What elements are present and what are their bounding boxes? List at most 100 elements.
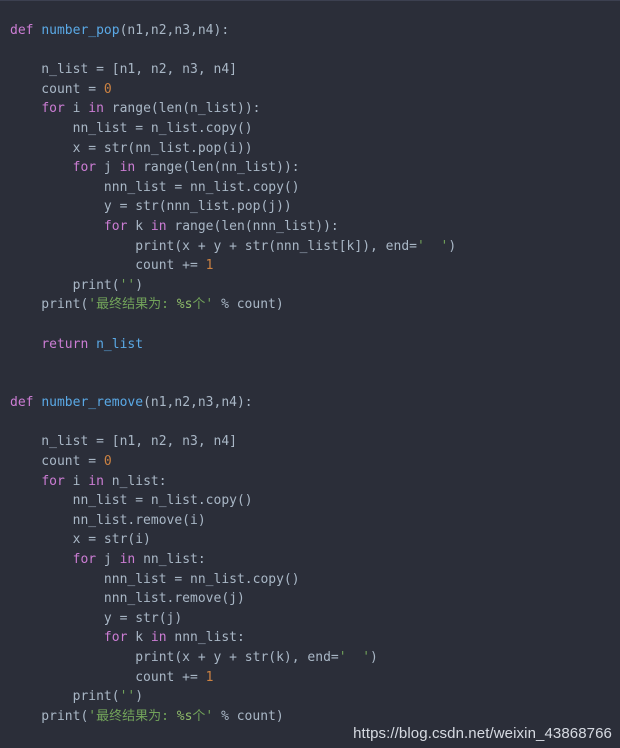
code-token: y = str(j) bbox=[10, 610, 183, 626]
code-line: count = 0 bbox=[0, 452, 620, 472]
code-line: ​ bbox=[0, 354, 620, 374]
code-token: x = str(i) bbox=[10, 532, 151, 548]
code-line: print('') bbox=[0, 276, 620, 296]
code-token: nnn_list = nn_list.copy() bbox=[10, 179, 300, 195]
code-token: (n1,n2,n3,n4): bbox=[143, 395, 253, 411]
code-line: def number_remove(n1,n2,n3,n4): bbox=[0, 393, 620, 413]
code-line: ​ bbox=[0, 374, 620, 394]
code-token: for bbox=[41, 101, 65, 117]
code-token: 1 bbox=[205, 669, 214, 685]
code-token: return bbox=[41, 336, 89, 352]
code-token: n_list = [n1, n2, n3, n4] bbox=[10, 434, 237, 450]
code-token: ) bbox=[370, 650, 378, 665]
code-token: range(len(nnn_list)): bbox=[166, 218, 339, 234]
code-token: %s bbox=[176, 708, 193, 724]
code-token: for bbox=[72, 160, 97, 176]
code-token: j bbox=[96, 552, 120, 568]
code-token: '最终结果为: bbox=[88, 297, 177, 313]
code-token: ) bbox=[135, 277, 144, 293]
code-line: return n_list bbox=[0, 335, 620, 355]
code-line: count += 1 bbox=[0, 256, 620, 276]
code-token: print( bbox=[10, 708, 89, 724]
code-token: x = str(nn_list.pop(i)) bbox=[10, 140, 253, 156]
code-token: range(len(n_list)): bbox=[103, 101, 261, 117]
code-token: number_pop bbox=[41, 23, 120, 38]
code-editor-content[interactable]: def number_pop(n1,n2,n3,n4):​ n_list = [… bbox=[0, 21, 620, 726]
code-line: for k in range(len(nnn_list)): bbox=[0, 217, 620, 237]
code-line: nn_list = n_list.copy() bbox=[0, 119, 620, 139]
code-token: %s bbox=[176, 297, 193, 313]
code-token: 1 bbox=[205, 258, 214, 274]
code-token: nnn_list.remove(j) bbox=[10, 591, 245, 607]
code-token: count += bbox=[10, 258, 206, 274]
code-token: in bbox=[150, 630, 167, 646]
code-line: print(x + y + str(k), end=' ') bbox=[0, 648, 620, 668]
code-token: count = bbox=[10, 81, 104, 97]
code-token: 个' bbox=[192, 297, 214, 313]
code-line: count = 0 bbox=[0, 80, 620, 100]
code-line: nnn_list = nn_list.copy() bbox=[0, 178, 620, 198]
code-token: print(x + y + str(nnn_list[k]), end= bbox=[10, 238, 417, 254]
code-token: def bbox=[10, 395, 42, 411]
code-token: n_list = [n1, n2, n3, n4] bbox=[10, 62, 237, 78]
code-token: % count) bbox=[213, 297, 284, 313]
code-token: nn_list = n_list.copy() bbox=[10, 120, 253, 136]
code-line: nnn_list = nn_list.copy() bbox=[0, 570, 620, 590]
code-line: count += 1 bbox=[0, 668, 620, 688]
code-token: range(len(nn_list)): bbox=[135, 160, 300, 176]
code-token: in bbox=[119, 552, 136, 568]
code-token: for bbox=[72, 552, 97, 568]
code-line: for i in n_list: bbox=[0, 472, 620, 492]
code-token: in bbox=[88, 473, 104, 489]
code-line: n_list = [n1, n2, n3, n4] bbox=[0, 60, 620, 80]
code-line: def number_pop(n1,n2,n3,n4): bbox=[0, 21, 620, 41]
code-token: n_list bbox=[88, 336, 144, 352]
code-line: ​ bbox=[0, 413, 620, 433]
code-line: ​ bbox=[0, 315, 620, 335]
code-line: y = str(j) bbox=[0, 609, 620, 629]
code-token: print( bbox=[10, 297, 89, 313]
code-token: print( bbox=[10, 277, 120, 293]
code-line: x = str(i) bbox=[0, 530, 620, 550]
code-token: in bbox=[88, 101, 104, 117]
code-line: n_list = [n1, n2, n3, n4] bbox=[0, 432, 620, 452]
code-token: ' ' bbox=[417, 238, 449, 254]
code-line: print('') bbox=[0, 687, 620, 707]
code-token: number_remove bbox=[41, 395, 144, 411]
code-token: k bbox=[127, 218, 151, 234]
code-token: ' ' bbox=[338, 650, 371, 665]
code-line: for j in range(len(nn_list)): bbox=[0, 158, 620, 178]
code-token: for bbox=[103, 218, 128, 234]
code-token: print(x + y + str(k), end= bbox=[10, 650, 339, 665]
code-line: nnn_list.remove(j) bbox=[0, 589, 620, 609]
code-token: nnn_list = nn_list.copy() bbox=[10, 571, 300, 587]
code-token: % count) bbox=[213, 708, 284, 724]
code-token: print( bbox=[10, 689, 120, 705]
code-line: ​ bbox=[0, 41, 620, 61]
code-token: nn_list: bbox=[135, 552, 206, 568]
watermark-url: https://blog.csdn.net/weixin_43868766 bbox=[353, 725, 612, 742]
code-line: x = str(nn_list.pop(i)) bbox=[0, 139, 620, 159]
code-token: in bbox=[150, 218, 167, 234]
code-token: for bbox=[103, 630, 128, 646]
code-token: 0 bbox=[103, 454, 112, 470]
code-line: print('最终结果为: %s个' % count) bbox=[0, 295, 620, 315]
code-line: nn_list.remove(i) bbox=[0, 511, 620, 531]
code-token: nn_list.remove(i) bbox=[10, 512, 206, 528]
code-line: print('最终结果为: %s个' % count) bbox=[0, 707, 620, 727]
code-token: (n1,n2,n3,n4): bbox=[119, 23, 230, 38]
code-line: for k in nnn_list: bbox=[0, 628, 620, 648]
code-token: count += bbox=[10, 669, 206, 685]
code-token: k bbox=[127, 630, 151, 646]
code-token: j bbox=[96, 160, 120, 176]
code-token: def bbox=[10, 23, 42, 38]
code-token: i bbox=[64, 473, 89, 489]
code-token: for bbox=[41, 473, 65, 489]
code-line: print(x + y + str(nnn_list[k]), end=' ') bbox=[0, 237, 620, 257]
